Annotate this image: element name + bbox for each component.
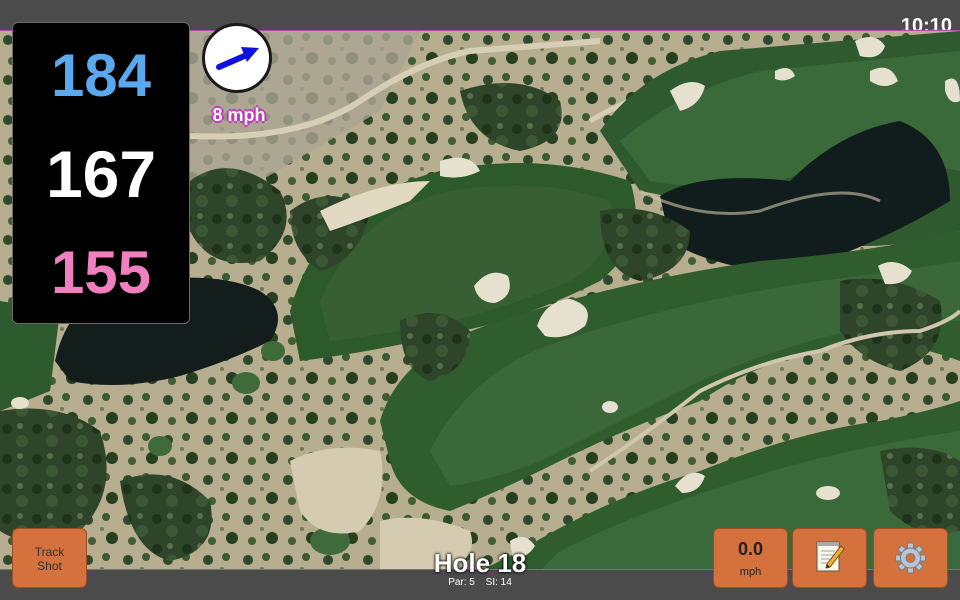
settings-button[interactable] bbox=[873, 528, 948, 588]
notepad-pencil-icon bbox=[816, 541, 845, 572]
hole-info: Par: 5 SI: 14 bbox=[380, 577, 580, 588]
wind-speed: 8 mph bbox=[212, 105, 266, 125]
speed-unit: mph bbox=[739, 566, 762, 578]
notes-button[interactable] bbox=[792, 528, 867, 588]
hole-stroke-index: SI: 14 bbox=[485, 577, 512, 588]
wind-direction-dial bbox=[202, 23, 272, 93]
speed-value: 0.0 bbox=[737, 539, 764, 559]
gear-icon bbox=[895, 542, 926, 574]
yardage-panel: 184 167 155 bbox=[12, 22, 190, 324]
speed-button[interactable]: 0.0 mph bbox=[713, 528, 788, 588]
center-yardage: 167 bbox=[45, 137, 157, 211]
hole-par: Par: 5 bbox=[448, 577, 475, 588]
hole-title: Hole 18 bbox=[433, 548, 527, 578]
front-yardage: 155 bbox=[50, 239, 152, 306]
back-yardage: 184 bbox=[50, 42, 152, 109]
track-shot-label-line2: Shot bbox=[37, 559, 62, 573]
track-shot-button[interactable]: Track Shot bbox=[12, 528, 87, 588]
track-shot-label-line1: Track bbox=[34, 545, 65, 559]
arrow-right-up-icon bbox=[216, 47, 259, 70]
